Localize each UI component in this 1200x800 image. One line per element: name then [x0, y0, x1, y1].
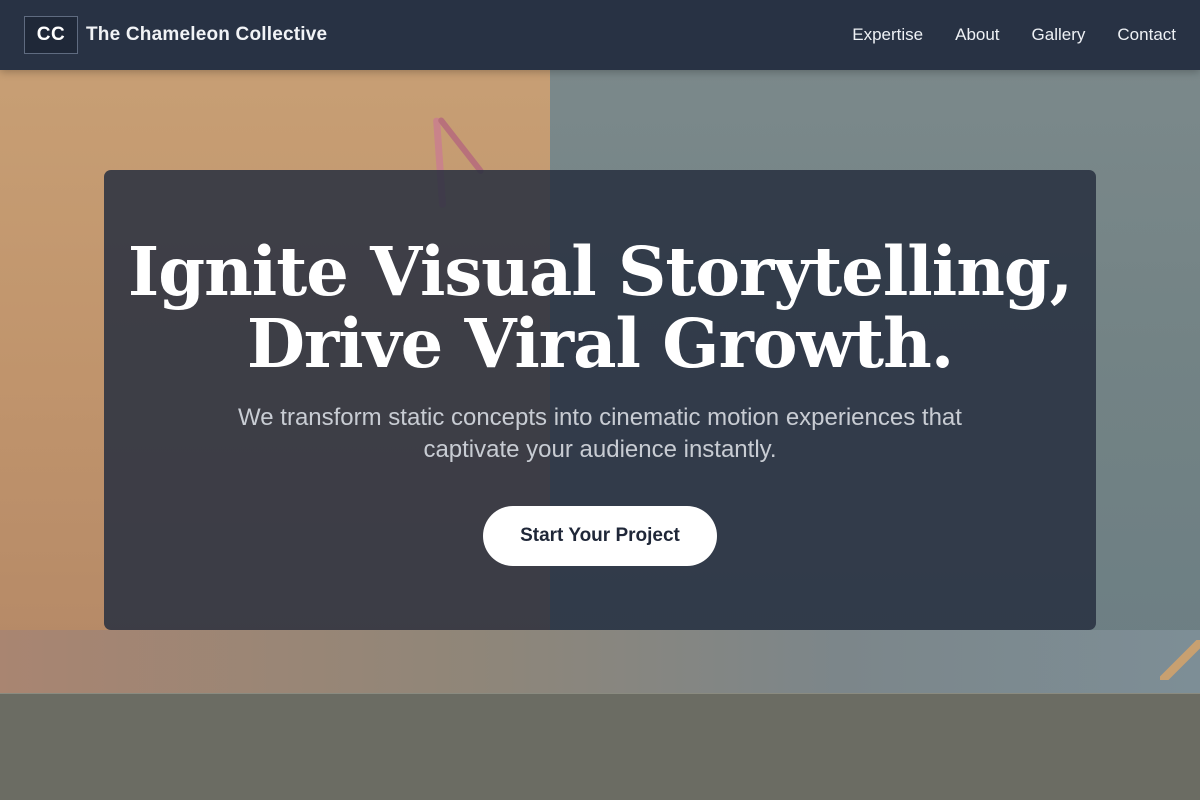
brand[interactable]: CC The Chameleon Collective: [24, 16, 327, 54]
background-corner-stripe: [1160, 640, 1200, 680]
start-project-button[interactable]: Start Your Project: [483, 506, 717, 566]
background-floor-front: [0, 694, 1200, 800]
background-floor: [0, 630, 1200, 694]
main-nav: Expertise About Gallery Contact: [852, 25, 1176, 45]
hero-title: Ignite Visual Storytelling, Drive Viral …: [127, 232, 1073, 383]
hero-title-line-1: Ignite Visual Storytelling,: [127, 232, 1073, 311]
nav-link-contact[interactable]: Contact: [1117, 25, 1176, 45]
logo[interactable]: CC: [24, 16, 78, 54]
nav-link-about[interactable]: About: [955, 25, 999, 45]
hero-subtitle: We transform static concepts into cinema…: [238, 404, 962, 463]
hero-title-line-2: Drive Viral Growth.: [246, 304, 954, 383]
hero-card: Ignite Visual Storytelling, Drive Viral …: [104, 170, 1096, 630]
nav-link-gallery[interactable]: Gallery: [1032, 25, 1086, 45]
site-header: CC The Chameleon Collective Expertise Ab…: [0, 0, 1200, 70]
nav-link-expertise[interactable]: Expertise: [852, 25, 923, 45]
brand-name[interactable]: The Chameleon Collective: [86, 24, 327, 46]
